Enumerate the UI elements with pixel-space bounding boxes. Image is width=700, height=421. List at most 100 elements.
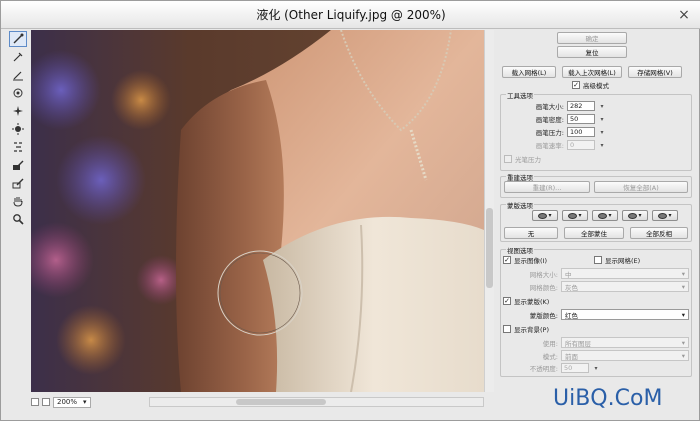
- backdrop-use-select: 所有图层 ▾: [561, 337, 689, 348]
- chevron-down-icon[interactable]: ▾: [598, 101, 606, 111]
- advanced-mode-label: 高级模式: [583, 82, 609, 90]
- view-options-title: 视图选项: [506, 245, 534, 255]
- replace-selection-icon[interactable]: ▾: [532, 210, 558, 221]
- window-title: 液化 (Other Liquify.jpg @ 200%): [256, 8, 446, 22]
- zoom-icon[interactable]: [9, 211, 27, 227]
- brush-size-label: 画笔大小:: [535, 103, 564, 111]
- stylus-pressure-label: 光笔压力: [515, 156, 541, 164]
- save-mesh-button[interactable]: 存储网格(V): [628, 66, 682, 78]
- vertical-scroll-thumb[interactable]: [486, 208, 493, 288]
- mask-mode-row: ▾ ▾ ▾ ▾ ▾: [532, 210, 678, 221]
- zoom-level-value: 200%: [57, 398, 78, 406]
- invert-selection-icon[interactable]: ▾: [652, 210, 678, 221]
- image-preview-canvas[interactable]: [31, 30, 484, 392]
- site-watermark: UiBQ.CoM: [553, 386, 663, 411]
- add-to-selection-icon[interactable]: ▾: [562, 210, 588, 221]
- subtract-from-selection-icon[interactable]: ▾: [592, 210, 618, 221]
- show-mask-label: 显示蒙版(K): [514, 298, 550, 306]
- chevron-down-icon: ▾: [681, 351, 685, 360]
- backdrop-mode-row: 模式: 前面 ▾: [518, 350, 689, 361]
- show-mask-checkbox[interactable]: ✓: [503, 297, 511, 305]
- close-icon[interactable]: ×: [673, 6, 695, 24]
- brush-density-label: 画笔密度:: [535, 116, 564, 124]
- backdrop-use-value: 所有图层: [565, 339, 591, 348]
- backdrop-mode-select: 前面 ▾: [561, 350, 689, 361]
- freeze-mask-icon[interactable]: [9, 157, 27, 173]
- liquify-dialog: 液化 (Other Liquify.jpg @ 200%) × 200% ▾ 确…: [0, 0, 700, 421]
- forward-warp-icon[interactable]: [9, 31, 27, 47]
- show-mesh-row[interactable]: 显示网格(E): [594, 255, 640, 265]
- brush-pressure-label: 画笔压力:: [535, 129, 564, 137]
- show-mesh-checkbox[interactable]: [594, 256, 602, 264]
- invert-all-button[interactable]: 全部反相: [630, 227, 688, 239]
- restore-all-button[interactable]: 恢复全部(A): [594, 181, 688, 193]
- backdrop-use-row: 使用: 所有图层 ▾: [518, 337, 689, 348]
- mask-color-value: 红色: [565, 311, 578, 320]
- chevron-down-icon[interactable]: ▾: [598, 114, 606, 124]
- mesh-color-label: 网格颜色:: [529, 283, 558, 292]
- mask-all-button[interactable]: 全部蒙住: [564, 227, 624, 239]
- chevron-down-icon: ▾: [600, 141, 604, 149]
- brush-rate-label: 画笔速率:: [535, 142, 564, 150]
- pucker-icon[interactable]: [9, 103, 27, 119]
- mask-options-title: 蒙版选项: [506, 200, 534, 210]
- ok-button[interactable]: 确定: [557, 32, 627, 44]
- show-image-checkbox[interactable]: ✓: [503, 256, 511, 264]
- mesh-size-row: 网格大小: 中 ▾: [518, 268, 689, 279]
- show-image-row[interactable]: ✓ 显示图像(I): [503, 255, 547, 265]
- reset-button[interactable]: 复位: [557, 46, 627, 58]
- zoom-in-icon[interactable]: [42, 398, 50, 406]
- brush-rate-row: 画笔速率: 0 ▾: [524, 140, 606, 150]
- mask-color-select[interactable]: 红色 ▾: [561, 309, 689, 320]
- chevron-down-icon: ▾: [83, 398, 87, 406]
- chevron-down-icon: ▾: [681, 338, 685, 347]
- backdrop-mode-label: 模式:: [542, 352, 558, 361]
- mesh-color-value: 灰色: [565, 283, 578, 292]
- show-backdrop-label: 显示背景(P): [514, 326, 549, 334]
- chevron-down-icon[interactable]: ▾: [598, 127, 606, 137]
- brush-size-input[interactable]: 282: [567, 101, 595, 111]
- smooth-icon[interactable]: [9, 67, 27, 83]
- tool-palette: [9, 31, 29, 361]
- brush-pressure-input[interactable]: 100: [567, 127, 595, 137]
- brush-density-input[interactable]: 50: [567, 114, 595, 124]
- load-last-mesh-button[interactable]: 载入上次网格(L): [562, 66, 622, 78]
- mask-color-label: 蒙版颜色:: [529, 311, 558, 320]
- hand-icon[interactable]: [9, 193, 27, 209]
- tool-options-title: 工具选项: [506, 90, 534, 100]
- stylus-pressure-checkbox: [504, 155, 512, 163]
- reconstruct-button[interactable]: 重建(R)...: [504, 181, 590, 193]
- load-mesh-button[interactable]: 载入网格(L): [502, 66, 556, 78]
- intersect-selection-icon[interactable]: ▾: [622, 210, 648, 221]
- twirl-icon[interactable]: [9, 85, 27, 101]
- brush-pressure-row: 画笔压力: 100 ▾: [524, 127, 606, 137]
- zoom-level-select[interactable]: 200% ▾: [53, 396, 91, 408]
- mesh-color-row: 网格颜色: 灰色 ▾: [518, 281, 689, 292]
- vertical-scrollbar[interactable]: [484, 30, 494, 392]
- show-mesh-label: 显示网格(E): [605, 257, 641, 265]
- push-left-icon[interactable]: [9, 139, 27, 155]
- reconstruct-icon[interactable]: [9, 49, 27, 65]
- thaw-mask-icon[interactable]: [9, 175, 27, 191]
- show-backdrop-row[interactable]: 显示背景(P): [503, 324, 549, 334]
- mesh-color-select: 灰色 ▾: [561, 281, 689, 292]
- backdrop-use-label: 使用:: [542, 339, 558, 348]
- advanced-mode-row[interactable]: ✓ 高级模式: [572, 80, 609, 90]
- chevron-down-icon: ▾: [681, 310, 685, 319]
- mesh-size-label: 网格大小:: [529, 270, 558, 279]
- bloat-icon[interactable]: [9, 121, 27, 137]
- options-panel: 确定 复位 载入网格(L) 载入上次网格(L) 存储网格(V) ✓ 高级模式 工…: [498, 30, 698, 408]
- mask-none-button[interactable]: 无: [504, 227, 558, 239]
- backdrop-opacity-input: 50: [561, 363, 589, 373]
- advanced-mode-checkbox[interactable]: ✓: [572, 81, 580, 89]
- horizontal-scroll-thumb[interactable]: [236, 399, 326, 405]
- show-backdrop-checkbox[interactable]: [503, 325, 511, 333]
- zoom-out-icon[interactable]: [31, 398, 39, 406]
- show-mask-row[interactable]: ✓ 显示蒙版(K): [503, 296, 549, 306]
- status-bar: 200% ▾: [31, 395, 149, 409]
- horizontal-scrollbar[interactable]: [149, 397, 484, 407]
- mesh-size-select: 中 ▾: [561, 268, 689, 279]
- title-bar: 液化 (Other Liquify.jpg @ 200%) ×: [1, 1, 700, 29]
- show-image-label: 显示图像(I): [514, 257, 547, 265]
- mesh-size-value: 中: [565, 270, 572, 279]
